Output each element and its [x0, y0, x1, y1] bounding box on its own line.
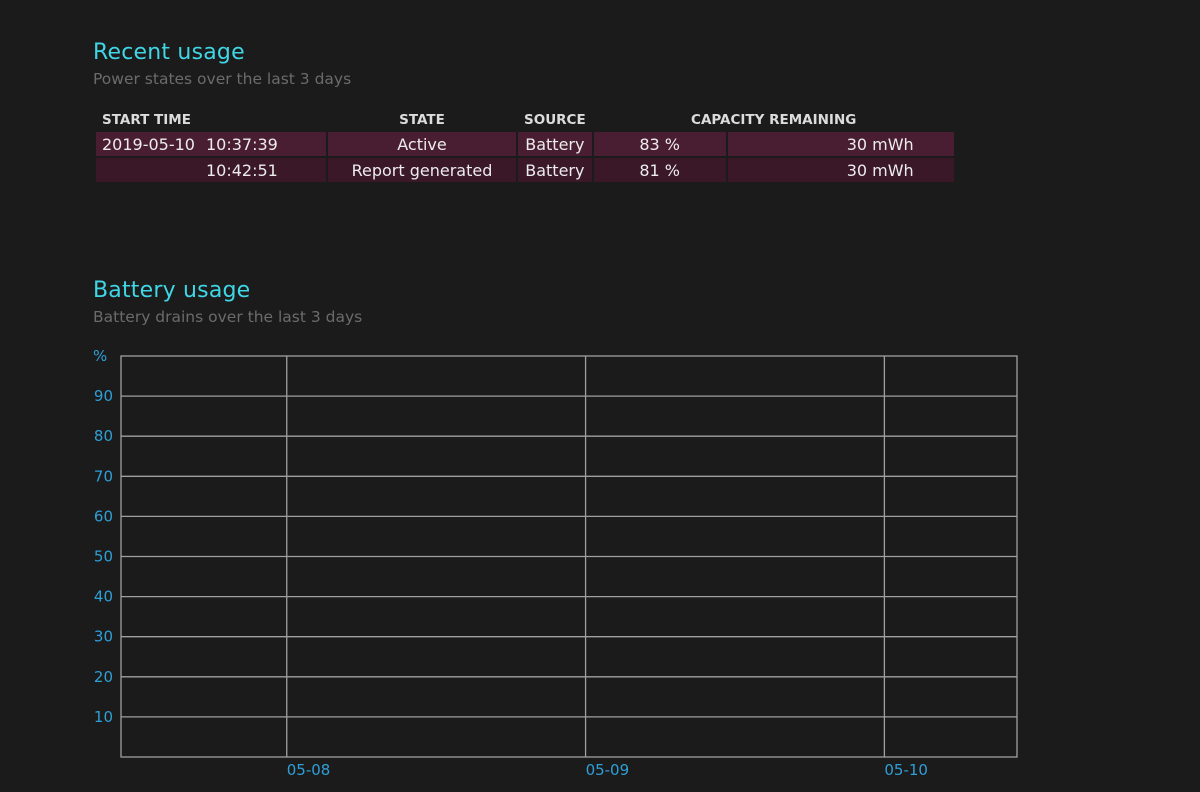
- y-tick-label: 60: [94, 507, 113, 525]
- x-tick-label: 05-08: [287, 761, 331, 779]
- y-tick-label: 80: [94, 427, 113, 445]
- x-tick-label: 05-10: [884, 761, 928, 779]
- y-axis-label: %: [93, 347, 107, 365]
- y-tick-label: 40: [94, 588, 113, 606]
- y-tick-label: 10: [94, 708, 113, 726]
- battery-usage-chart: 90 80 70 60 50 40 30 20 10% 05-08 05-09 05-10: [93, 347, 1018, 779]
- x-tick-label: 05-09: [586, 761, 630, 779]
- y-tick-label: 90: [94, 387, 113, 405]
- y-tick-label: 30: [94, 628, 113, 646]
- y-tick-label: 20: [94, 668, 113, 686]
- y-tick-label: 70: [94, 467, 113, 485]
- y-tick-label: 50: [94, 548, 113, 566]
